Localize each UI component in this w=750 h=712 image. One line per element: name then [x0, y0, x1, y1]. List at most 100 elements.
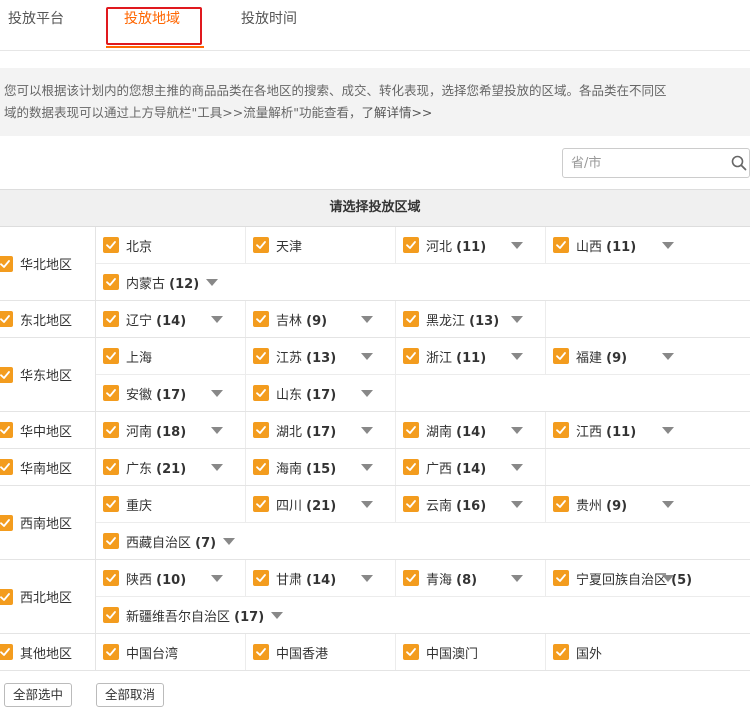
province-option[interactable]: 江西 (11): [546, 412, 696, 448]
chevron-down-icon[interactable]: [511, 464, 523, 471]
province-checkbox[interactable]: [553, 422, 569, 438]
region-group[interactable]: 西南地区: [0, 486, 96, 559]
province-option[interactable]: 国外: [546, 634, 696, 670]
province-checkbox[interactable]: [403, 496, 419, 512]
province-option[interactable]: 陕西 (10): [96, 560, 246, 596]
province-option[interactable]: 上海: [96, 338, 246, 374]
province-option[interactable]: 辽宁 (14): [96, 301, 246, 337]
tab-time[interactable]: 投放时间: [241, 0, 297, 48]
province-option[interactable]: 青海 (8): [396, 560, 546, 596]
region-checkbox[interactable]: [0, 422, 13, 438]
province-option[interactable]: 河北 (11): [396, 227, 546, 263]
province-option[interactable]: 广东 (21): [96, 449, 246, 485]
region-checkbox[interactable]: [0, 366, 13, 383]
province-option[interactable]: 四川 (21): [246, 486, 396, 522]
province-checkbox[interactable]: [103, 385, 119, 401]
chevron-down-icon[interactable]: [361, 575, 373, 582]
province-option[interactable]: 湖南 (14): [396, 412, 546, 448]
province-option[interactable]: 内蒙古 (12): [96, 264, 219, 300]
region-checkbox[interactable]: [0, 459, 13, 475]
province-option[interactable]: 河南 (18): [96, 412, 246, 448]
region-group[interactable]: 华东地区: [0, 338, 96, 411]
chevron-down-icon[interactable]: [361, 427, 373, 434]
tab-platform[interactable]: 投放平台: [8, 0, 64, 48]
region-checkbox[interactable]: [0, 588, 13, 605]
province-option[interactable]: 西藏自治区 (7): [96, 523, 236, 559]
search-icon[interactable]: [731, 155, 747, 171]
province-checkbox[interactable]: [403, 311, 419, 327]
province-checkbox[interactable]: [253, 385, 269, 401]
province-checkbox[interactable]: [403, 348, 419, 364]
province-checkbox[interactable]: [403, 459, 419, 475]
region-group[interactable]: 华北地区: [0, 227, 96, 300]
region-checkbox[interactable]: [0, 644, 13, 660]
province-checkbox[interactable]: [103, 644, 119, 660]
province-option[interactable]: 黑龙江 (13): [396, 301, 546, 337]
province-option[interactable]: 山东 (17): [246, 375, 396, 411]
province-option[interactable]: 云南 (16): [396, 486, 546, 522]
chevron-down-icon[interactable]: [511, 501, 523, 508]
chevron-down-icon[interactable]: [511, 427, 523, 434]
chevron-down-icon[interactable]: [662, 575, 674, 582]
province-checkbox[interactable]: [403, 644, 419, 660]
learn-more-link[interactable]: 了解详情>>: [361, 105, 432, 120]
province-option[interactable]: 江苏 (13): [246, 338, 396, 374]
province-checkbox[interactable]: [103, 459, 119, 475]
province-checkbox[interactable]: [103, 496, 119, 512]
province-checkbox[interactable]: [253, 422, 269, 438]
chevron-down-icon[interactable]: [662, 242, 674, 249]
region-group[interactable]: 华南地区: [0, 449, 96, 485]
chevron-down-icon[interactable]: [211, 464, 223, 471]
region-group[interactable]: 西北地区: [0, 560, 96, 633]
province-option[interactable]: 浙江 (11): [396, 338, 546, 374]
search-input[interactable]: [563, 149, 729, 177]
province-checkbox[interactable]: [253, 496, 269, 512]
province-checkbox[interactable]: [553, 348, 569, 364]
province-checkbox[interactable]: [253, 348, 269, 364]
province-checkbox[interactable]: [553, 496, 569, 512]
province-option[interactable]: 天津: [246, 227, 396, 263]
chevron-down-icon[interactable]: [361, 353, 373, 360]
province-checkbox[interactable]: [103, 348, 119, 364]
province-checkbox[interactable]: [103, 570, 119, 586]
province-option[interactable]: 重庆: [96, 486, 246, 522]
chevron-down-icon[interactable]: [361, 464, 373, 471]
province-checkbox[interactable]: [103, 311, 119, 327]
chevron-down-icon[interactable]: [211, 390, 223, 397]
province-checkbox[interactable]: [403, 422, 419, 438]
region-checkbox[interactable]: [0, 311, 13, 327]
province-checkbox[interactable]: [103, 274, 119, 290]
chevron-down-icon[interactable]: [361, 316, 373, 323]
province-option[interactable]: 北京: [96, 227, 246, 263]
province-option[interactable]: 吉林 (9): [246, 301, 396, 337]
province-checkbox[interactable]: [553, 237, 569, 253]
province-checkbox[interactable]: [103, 422, 119, 438]
chevron-down-icon[interactable]: [662, 427, 674, 434]
province-option[interactable]: 安徽 (17): [96, 375, 246, 411]
chevron-down-icon[interactable]: [211, 427, 223, 434]
province-option[interactable]: 新疆维吾尔自治区 (17): [96, 597, 284, 633]
province-checkbox[interactable]: [253, 644, 269, 660]
province-option[interactable]: 贵州 (9): [546, 486, 696, 522]
province-option[interactable]: 中国澳门: [396, 634, 546, 670]
chevron-down-icon[interactable]: [662, 501, 674, 508]
province-checkbox[interactable]: [103, 533, 119, 549]
chevron-down-icon[interactable]: [511, 242, 523, 249]
chevron-down-icon[interactable]: [511, 575, 523, 582]
chevron-down-icon[interactable]: [206, 278, 219, 286]
chevron-down-icon[interactable]: [662, 353, 674, 360]
province-option[interactable]: 福建 (9): [546, 338, 696, 374]
chevron-down-icon[interactable]: [511, 353, 523, 360]
province-checkbox[interactable]: [553, 570, 569, 586]
province-option[interactable]: 海南 (15): [246, 449, 396, 485]
chevron-down-icon[interactable]: [361, 390, 373, 397]
chevron-down-icon[interactable]: [271, 611, 284, 619]
province-checkbox[interactable]: [403, 237, 419, 253]
province-checkbox[interactable]: [553, 644, 569, 660]
chevron-down-icon[interactable]: [211, 316, 223, 323]
province-checkbox[interactable]: [403, 570, 419, 586]
province-option[interactable]: 广西 (14): [396, 449, 546, 485]
region-checkbox[interactable]: [0, 255, 13, 272]
province-option[interactable]: 中国香港: [246, 634, 396, 670]
chevron-down-icon[interactable]: [511, 316, 523, 323]
